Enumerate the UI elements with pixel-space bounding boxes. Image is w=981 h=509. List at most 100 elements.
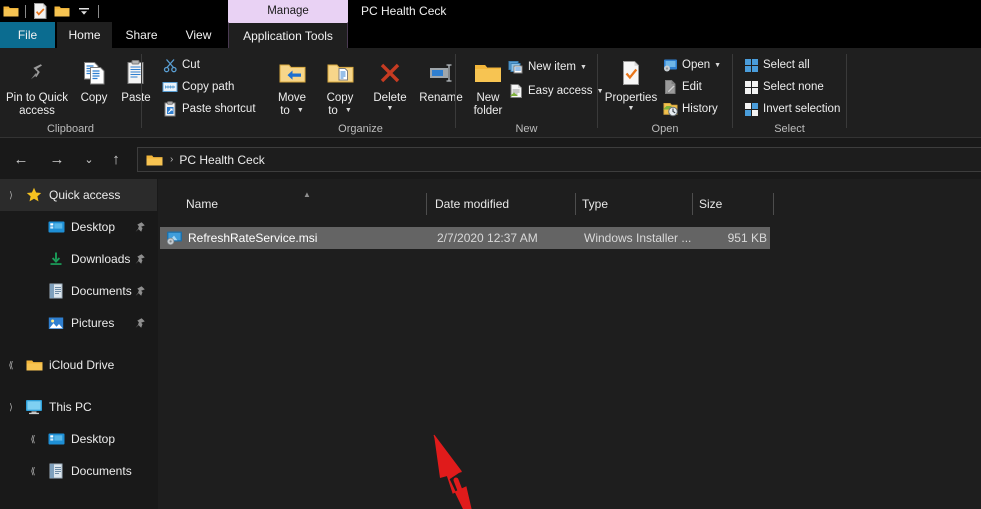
ribbon-group-organize-label: Organize — [266, 123, 455, 135]
folder-icon[interactable] — [51, 0, 73, 22]
new-folder-button[interactable]: New folder — [464, 52, 512, 117]
paste-button[interactable]: Paste — [116, 52, 156, 105]
new-item-icon — [506, 60, 526, 75]
forward-button[interactable]: → — [44, 147, 70, 171]
folder-icon[interactable] — [0, 0, 22, 22]
column-header-name[interactable]: Name — [186, 190, 426, 218]
select-none-icon — [741, 80, 761, 95]
sidebar-item-this-pc[interactable]: ⟩ This PC — [0, 391, 157, 423]
table-row[interactable]: RefreshRateService.msi 2/7/2020 12:37 AM… — [160, 227, 770, 249]
move-to-button[interactable]: Move to ▼ — [270, 52, 314, 117]
properties-icon[interactable] — [29, 0, 51, 22]
select-all-button[interactable]: Select all — [741, 54, 810, 76]
tab-application-tools[interactable]: Application Tools — [228, 22, 348, 48]
column-header-size[interactable]: Size — [699, 190, 769, 218]
chevron-down-icon[interactable]: ⟩ — [0, 190, 22, 201]
tab-home[interactable]: Home — [57, 22, 112, 48]
chevron-down-icon[interactable]: ▼ — [714, 62, 721, 69]
cut-button[interactable]: Cut — [160, 54, 200, 76]
select-none-button[interactable]: Select none — [741, 76, 824, 98]
sidebar-item-this-pc-documents[interactable]: ⟪ Documents — [0, 455, 157, 487]
arrow-left-icon: ← — [14, 151, 29, 168]
column-header-size-label: Size — [699, 197, 722, 211]
chevron-down-icon[interactable]: ▼ — [387, 105, 394, 112]
quick-access-toolbar — [0, 0, 102, 22]
sidebar-item-this-pc-desktop[interactable]: ⟪ Desktop — [0, 423, 157, 455]
window-title-text: PC Health Ceck — [361, 4, 446, 18]
chevron-down-icon[interactable] — [73, 0, 95, 22]
copy-to-button[interactable]: Copy to ▼ — [318, 52, 362, 117]
invert-selection-button[interactable]: Invert selection — [741, 98, 840, 120]
sidebar-item-pictures[interactable]: Pictures — [0, 307, 157, 339]
new-item-button[interactable]: New item ▼ — [506, 56, 587, 78]
separator — [95, 0, 102, 22]
tab-share[interactable]: Share — [114, 22, 169, 48]
ribbon-group-select: Select all Select none — [733, 48, 846, 138]
column-divider[interactable] — [426, 193, 427, 215]
delete-button[interactable]: Delete ▼ — [366, 52, 414, 112]
easy-access-button[interactable]: Easy access ▼ — [506, 80, 604, 102]
copy-path-button[interactable]: Copy path — [160, 76, 234, 98]
tab-share-label: Share — [125, 28, 157, 42]
tab-file[interactable]: File — [0, 22, 55, 48]
divider — [141, 54, 142, 128]
chevron-right-icon[interactable]: ⟪ — [22, 466, 44, 477]
new-folder-line1: New — [476, 92, 499, 105]
column-header-date-modified[interactable]: Date modified — [435, 190, 575, 218]
invert-selection-icon — [741, 102, 761, 117]
select-all-icon — [741, 58, 761, 73]
paste-icon — [123, 56, 149, 90]
pin-to-quick-access-button[interactable]: Pin to Quick access — [6, 52, 68, 117]
address-bar[interactable]: › PC Health Ceck — [137, 147, 981, 172]
up-button[interactable]: ↑ — [103, 147, 129, 171]
chevron-down-icon: ⌄ — [84, 153, 93, 166]
history-icon — [660, 101, 680, 117]
sidebar-item-label: Pictures — [71, 316, 114, 330]
column-divider[interactable] — [773, 193, 774, 215]
column-divider[interactable] — [575, 193, 576, 215]
open-label: Open — [682, 59, 710, 71]
column-header-type[interactable]: Type — [582, 190, 692, 218]
back-button[interactable]: ← — [8, 147, 34, 171]
sidebar-item-downloads[interactable]: Downloads — [0, 243, 157, 275]
sidebar-item-desktop[interactable]: Desktop — [0, 211, 157, 243]
sidebar-item-documents[interactable]: Documents — [0, 275, 157, 307]
open-button[interactable]: Open ▼ — [660, 54, 721, 76]
sidebar-item-icloud-drive[interactable]: ⟪ iCloud Drive — [0, 349, 157, 381]
breadcrumb-path: PC Health Ceck — [179, 153, 264, 167]
chevron-down-icon[interactable]: ⟩ — [0, 402, 22, 413]
edit-button[interactable]: Edit — [660, 76, 702, 98]
file-size-cell: 951 KB — [691, 227, 767, 249]
pin-icon[interactable] — [134, 211, 146, 243]
arrow-up-icon: ↑ — [112, 151, 120, 168]
pin-icon[interactable] — [134, 275, 146, 307]
select-all-label: Select all — [763, 59, 810, 71]
copy-to-icon — [325, 56, 355, 90]
chevron-down-icon[interactable]: ▼ — [345, 105, 352, 118]
move-to-line1: Move — [278, 92, 306, 105]
column-divider[interactable] — [692, 193, 693, 215]
chevron-down-icon[interactable]: ▼ — [628, 105, 635, 112]
copy-path-label: Copy path — [182, 81, 234, 93]
history-button[interactable]: History — [660, 98, 718, 120]
chevron-right-icon[interactable]: ⟪ — [0, 360, 22, 371]
chevron-right-icon[interactable]: ⟪ — [22, 434, 44, 445]
invert-selection-label: Invert selection — [763, 103, 840, 115]
contextual-tab-text: Manage — [267, 5, 309, 17]
copy-button[interactable]: Copy — [74, 52, 114, 105]
paste-shortcut-button[interactable]: Paste shortcut — [160, 98, 256, 120]
chevron-down-icon[interactable]: ▼ — [580, 64, 587, 71]
tab-view[interactable]: View — [171, 22, 226, 48]
recent-locations-button[interactable]: ⌄ — [76, 147, 102, 171]
paste-label: Paste — [121, 92, 150, 105]
chevron-down-icon[interactable]: ▼ — [297, 105, 304, 118]
sidebar-item-quick-access[interactable]: ⟩ Quick access — [0, 179, 157, 211]
pin-icon[interactable] — [134, 243, 146, 275]
download-icon — [44, 251, 68, 267]
properties-button[interactable]: Properties ▼ — [602, 52, 660, 112]
pin-icon[interactable] — [134, 307, 146, 339]
sidebar-item-label: This PC — [49, 400, 92, 414]
tab-file-label: File — [18, 28, 37, 42]
contextual-tab-label: Manage — [228, 0, 348, 22]
sidebar-item-label: Desktop — [71, 220, 115, 234]
